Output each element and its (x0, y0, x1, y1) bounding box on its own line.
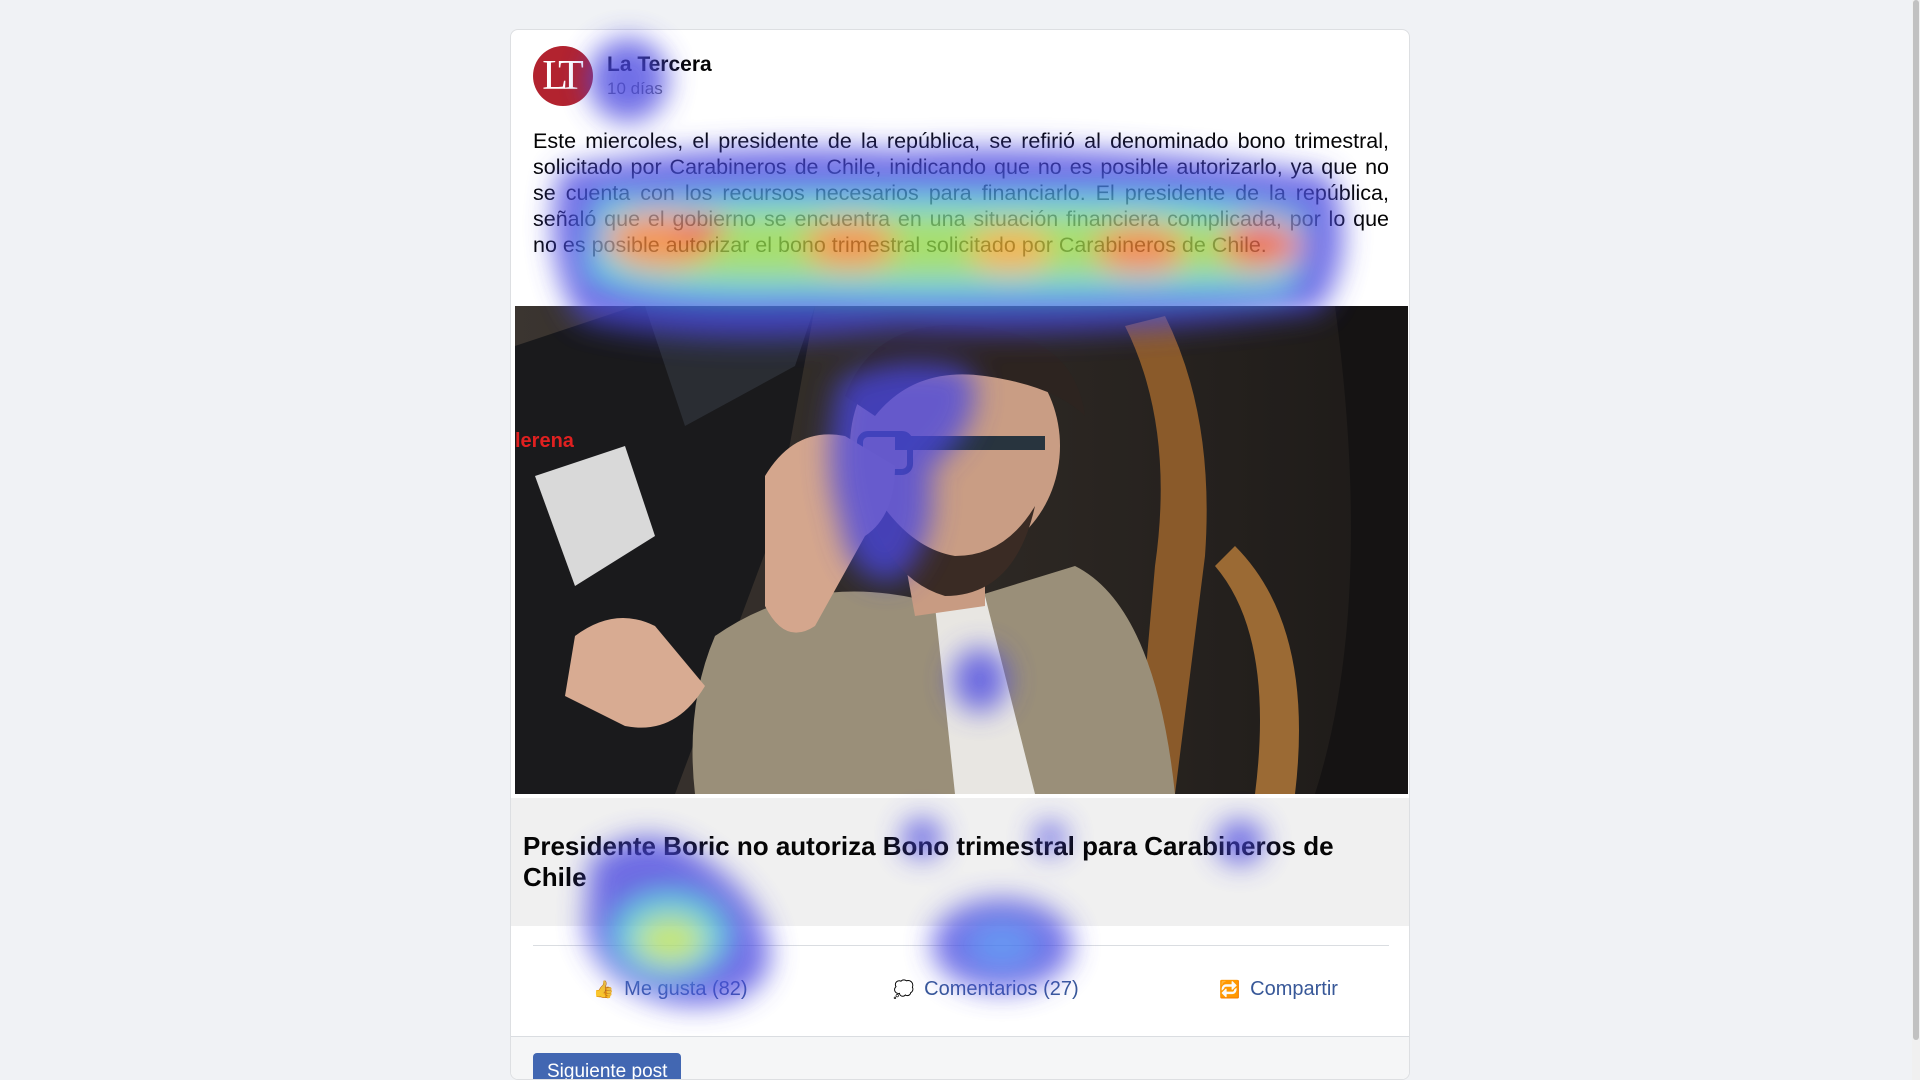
post-body: Este miercoles, el presidente de la repú… (533, 129, 1389, 257)
comment-button[interactable]: 💭 Comentarios (27) (893, 978, 1079, 1001)
thumbs-up-icon: 👍 (593, 979, 615, 999)
like-label: Me gusta (82) (624, 978, 748, 1000)
scrollbar-thumb[interactable] (1913, 0, 1919, 1040)
like-button[interactable]: 👍 Me gusta (82) (593, 978, 748, 1001)
link-title[interactable]: Presidente Boric no autoriza Bono trimes… (523, 831, 1383, 893)
share-icon: 🔁 (1219, 979, 1241, 999)
photo-illustration (515, 306, 1408, 794)
share-button[interactable]: 🔁 Compartir (1219, 978, 1338, 1001)
speech-bubble-icon: 💭 (893, 979, 915, 999)
photo-overlay-text: lerena (515, 430, 574, 452)
divider (533, 945, 1389, 946)
post-actions: 👍 Me gusta (82) 💭 Comentarios (27) 🔁 Com… (533, 978, 1389, 1018)
author-name[interactable]: La Tercera (607, 52, 712, 78)
avatar[interactable]: LT (533, 46, 593, 106)
post-photo[interactable]: lerena (515, 306, 1408, 794)
post-card: LT La Tercera 10 días Este miercoles, el… (510, 29, 1410, 1080)
post-footer: Siguiente post (511, 1036, 1409, 1079)
post-time: 10 días (607, 79, 663, 98)
link-preview[interactable]: Presidente Boric no autoriza Bono trimes… (511, 798, 1409, 926)
next-post-button[interactable]: Siguiente post (533, 1053, 682, 1079)
comment-label: Comentarios (27) (924, 978, 1079, 1000)
page: LT La Tercera 10 días Este miercoles, el… (0, 0, 1920, 1080)
post-header: LT La Tercera 10 días (533, 46, 712, 110)
post-meta: La Tercera 10 días (607, 46, 712, 100)
scrollbar[interactable] (1912, 0, 1920, 1080)
share-label: Compartir (1250, 978, 1338, 1000)
